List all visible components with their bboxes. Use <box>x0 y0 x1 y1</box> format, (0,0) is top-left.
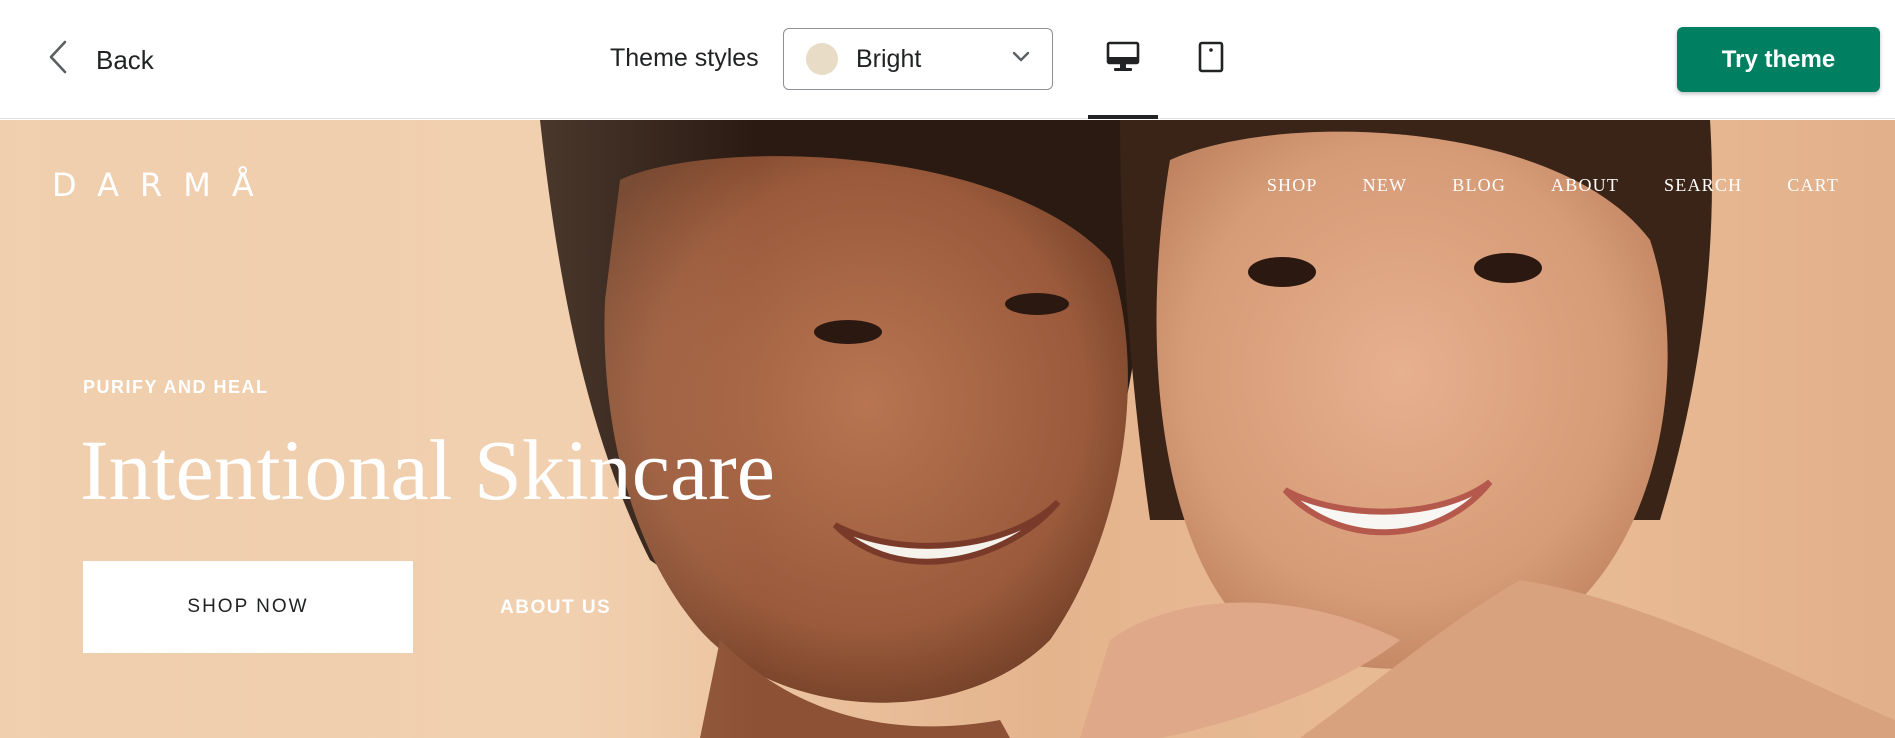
shop-now-button[interactable]: SHOP NOW <box>83 561 413 653</box>
theme-preview-toolbar: Back Theme styles Bright Try theme <box>0 0 1895 119</box>
mobile-icon <box>1198 41 1224 78</box>
selected-style-value: Bright <box>856 44 922 73</box>
desktop-icon <box>1106 41 1140 78</box>
store-brand-logo[interactable]: DARMÅ <box>52 166 275 204</box>
nav-item-cart[interactable]: CART <box>1787 175 1839 196</box>
theme-style-select[interactable]: Bright <box>783 28 1053 90</box>
nav-item-shop[interactable]: SHOP <box>1267 175 1318 196</box>
nav-item-blog[interactable]: BLOG <box>1452 175 1506 196</box>
mobile-view-button[interactable] <box>1176 0 1246 119</box>
store-nav: SHOP NEW BLOG ABOUT SEARCH CART <box>1267 175 1839 196</box>
back-label: Back <box>96 44 154 75</box>
theme-styles-label: Theme styles <box>610 44 759 72</box>
desktop-view-button[interactable] <box>1088 0 1158 119</box>
nav-item-search[interactable]: SEARCH <box>1664 175 1742 196</box>
try-theme-button[interactable]: Try theme <box>1677 27 1880 92</box>
store-preview-hero: DARMÅ SHOP NEW BLOG ABOUT SEARCH CART PU… <box>0 120 1895 738</box>
about-us-link[interactable]: ABOUT US <box>500 597 611 619</box>
back-button[interactable]: Back <box>46 38 154 82</box>
hero-headline: Intentional Skincare <box>80 422 775 518</box>
chevron-left-icon <box>46 39 70 82</box>
nav-item-new[interactable]: NEW <box>1363 175 1408 196</box>
hero-eyebrow: PURIFY AND HEAL <box>83 377 269 397</box>
style-swatch <box>806 43 838 75</box>
nav-item-about[interactable]: ABOUT <box>1551 175 1619 196</box>
chevron-down-icon <box>1012 50 1030 68</box>
